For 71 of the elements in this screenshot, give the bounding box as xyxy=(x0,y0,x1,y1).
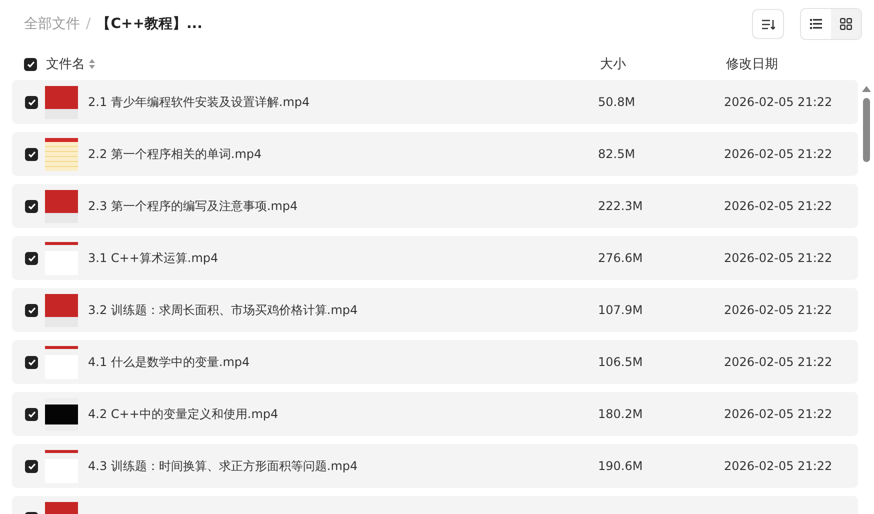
file-size: 190.6M xyxy=(598,459,644,473)
checkmark-icon xyxy=(28,150,36,158)
modified-date: 2026-02-05 21:22 xyxy=(724,95,832,109)
file-name: 2.2 第一个程序相关的单词.mp4 xyxy=(88,146,263,162)
checkmark-icon xyxy=(26,60,34,68)
file-row[interactable]: 2.2 第一个程序相关的单词.mp4 82.5M 2026-02-05 21:22 xyxy=(12,132,858,176)
column-header[interactable]: 大小 xyxy=(600,55,726,73)
modified-date: 2026-02-05 21:22 xyxy=(724,407,832,421)
checkmark-icon xyxy=(28,462,36,470)
file-row[interactable]: 2.3 第一个程序的编写及注意事项.mp4 222.3M 2026-02-05 21:22 xyxy=(12,184,858,228)
video-thumbnail xyxy=(45,190,78,222)
video-thumbnail xyxy=(45,450,78,482)
modified-date: 2026-02-05 21:22 xyxy=(724,199,832,213)
file-name: 4.3 训练题：时间换算、求正方形面积等问题.mp4 xyxy=(88,458,359,474)
file-row[interactable]: 4.1 什么是数学中的变量.mp4 106.5M 2026-02-05 21:22 xyxy=(12,340,858,384)
file-row[interactable]: 2.1 青少年编程软件安装及设置详解.mp4 50.8M 2026-02-05 21:22 xyxy=(12,80,858,124)
file-size: 107.9M xyxy=(598,303,644,317)
scroll-up-icon[interactable] xyxy=(862,86,870,92)
video-thumbnail xyxy=(45,86,78,118)
file-row[interactable]: 4.2 C++中的变量定义和使用.mp4 180.2M 2026-02-05 21:22 xyxy=(12,392,858,436)
checkbox[interactable] xyxy=(25,148,38,160)
file-size: 82.5M xyxy=(598,147,636,161)
grid-icon xyxy=(840,18,852,30)
checkbox[interactable] xyxy=(25,408,38,420)
checkbox[interactable] xyxy=(25,460,38,472)
checkbox[interactable] xyxy=(25,304,38,316)
sort-button[interactable] xyxy=(752,9,784,39)
file-row[interactable]: 3.2 训练题：求周长面积、市场买鸡价格计算.mp4 107.9M 2026-02-05 21:22 xyxy=(12,288,858,332)
file-name: 2.1 青少年编程软件安装及设置详解.mp4 xyxy=(88,94,311,110)
column-header[interactable]: 修改日期 xyxy=(726,55,778,73)
video-thumbnail xyxy=(45,294,78,326)
file-row[interactable]: 3.1 C++算术运算.mp4 276.6M 2026-02-05 21:22 xyxy=(12,236,858,280)
file-size: 180.2M xyxy=(598,407,644,421)
checkbox[interactable] xyxy=(24,58,37,70)
file-name: 4.1 什么是数学中的变量.mp4 xyxy=(88,354,251,370)
file-size: 106.5M xyxy=(598,355,644,369)
modified-date: 2026-02-05 21:22 xyxy=(724,251,832,265)
breadcrumb-link[interactable]: 【C++教程】... xyxy=(96,15,202,33)
file-name: 3.1 C++算术运算.mp4 xyxy=(88,250,220,266)
sort-arrows-icon[interactable] xyxy=(89,59,95,69)
modified-date: 2026-02-05 21:22 xyxy=(724,355,832,369)
file-size: 50.8M xyxy=(598,95,636,109)
checkmark-icon xyxy=(28,202,36,210)
checkmark-icon xyxy=(28,410,36,418)
sort-icon xyxy=(762,18,774,30)
column-header[interactable]: 文件名 xyxy=(46,55,85,73)
checkbox[interactable] xyxy=(25,356,38,368)
grid-view-button[interactable] xyxy=(831,9,861,39)
checkbox[interactable] xyxy=(25,200,38,212)
checkmark-icon xyxy=(28,358,36,366)
file-row[interactable]: 4.3 训练题：时间换算、求正方形面积等问题.mp4 190.6M 2026-02-05 21:22 xyxy=(12,444,858,488)
checkbox[interactable] xyxy=(25,96,38,108)
file-size: 222.3M xyxy=(598,199,644,213)
breadcrumb-separator: / xyxy=(86,16,91,32)
file-name: 3.2 训练题：求周长面积、市场买鸡价格计算.mp4 xyxy=(88,302,359,318)
modified-date: 2026-02-05 21:22 xyxy=(724,147,832,161)
modified-date: 2026-02-05 21:22 xyxy=(724,459,832,473)
video-thumbnail xyxy=(45,138,78,170)
checkmark-icon xyxy=(28,98,36,106)
modified-date: 2026-02-05 21:22 xyxy=(724,303,832,317)
video-thumbnail xyxy=(45,398,78,430)
file-name: 2.3 第一个程序的编写及注意事项.mp4 xyxy=(88,198,299,214)
list-icon xyxy=(810,19,822,29)
file-size: 276.6M xyxy=(598,251,644,265)
video-thumbnail xyxy=(45,346,78,378)
checkmark-icon xyxy=(28,254,36,262)
file-name: 4.2 C++中的变量定义和使用.mp4 xyxy=(88,406,280,422)
checkmark-icon xyxy=(28,306,36,314)
scrollbar-thumb[interactable] xyxy=(862,98,870,162)
video-thumbnail xyxy=(45,242,78,274)
checkbox[interactable] xyxy=(25,252,38,264)
